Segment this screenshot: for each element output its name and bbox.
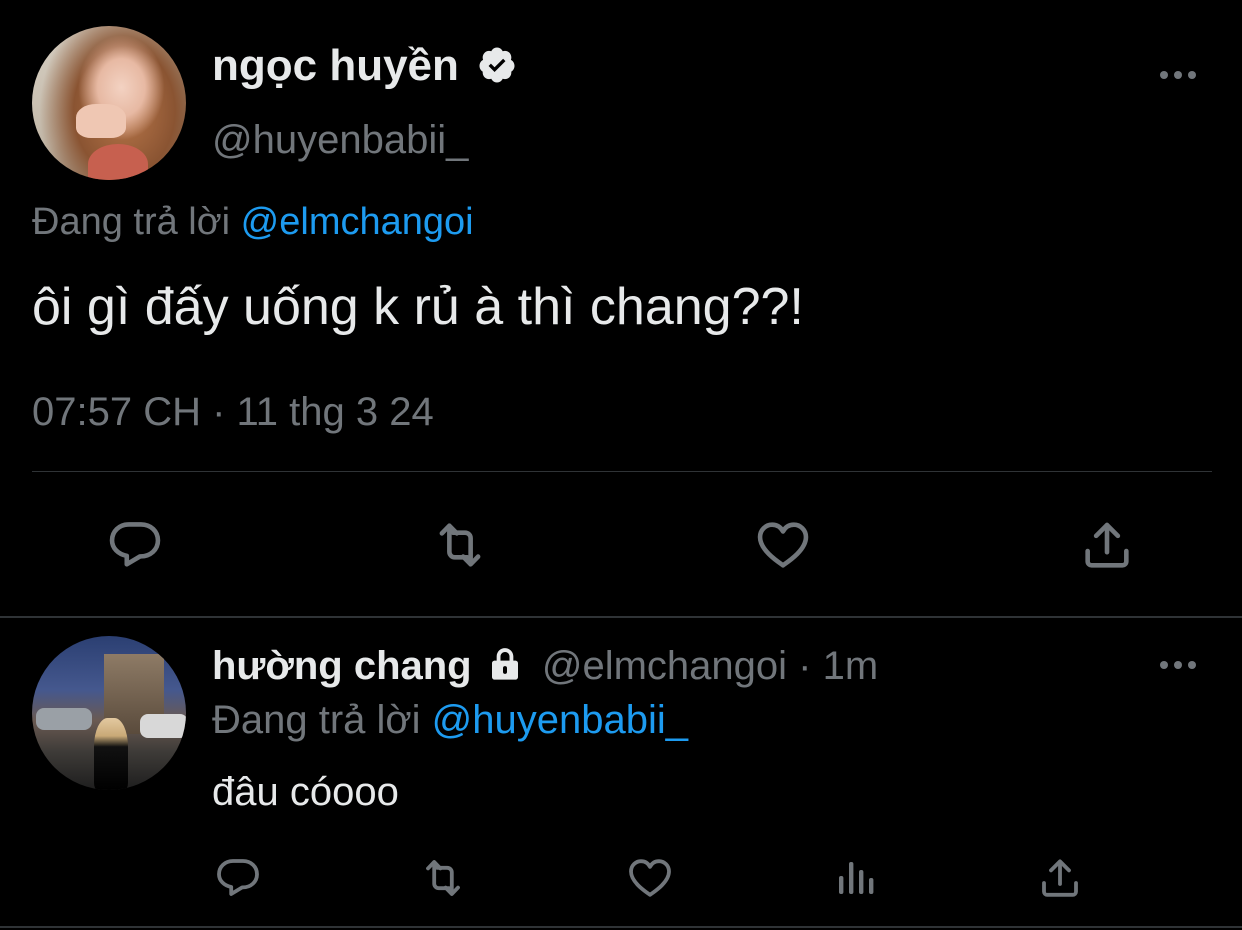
author-display-name-text[interactable]: ngọc huyền	[212, 41, 459, 90]
reply-text: đâu cóooo	[212, 770, 399, 814]
reply-button[interactable]	[104, 514, 166, 576]
like-icon	[757, 522, 809, 568]
reply-retweet-button[interactable]	[416, 852, 470, 904]
reply-icon	[109, 522, 161, 567]
reply-share-button[interactable]	[1034, 852, 1086, 904]
share-icon	[1042, 859, 1078, 897]
reply-author-avatar[interactable]	[32, 636, 186, 790]
bottom-separator	[0, 926, 1242, 928]
more-options-icon[interactable]	[1160, 68, 1200, 80]
reply-author-handle[interactable]: @elmchangoi	[542, 644, 787, 688]
tweet-timestamp[interactable]: 07:57 CH · 11 thg 3 24	[32, 388, 434, 436]
reply-replying-to-line: Đang trả lời @huyenbabii_	[212, 696, 688, 744]
reply-header: hường chang @elmchangoi · 1m	[212, 642, 878, 690]
reply-author-display-name[interactable]: hường chang	[212, 644, 472, 688]
author-avatar[interactable]	[32, 26, 186, 180]
views-icon	[839, 862, 874, 894]
retweet-icon	[439, 523, 481, 567]
replying-to-line: Đang trả lời @elmchangoi	[32, 198, 474, 246]
retweet-icon	[426, 860, 460, 896]
retweet-button[interactable]	[428, 514, 492, 576]
tweet-separator	[0, 616, 1242, 618]
reply-time-ago[interactable]: · 1m	[798, 644, 878, 688]
author-handle[interactable]: @huyenbabii_	[212, 116, 468, 164]
share-icon	[1085, 522, 1129, 568]
replying-prefix: Đang trả lời	[32, 201, 231, 243]
replying-to-link[interactable]: @elmchangoi	[241, 201, 474, 243]
reply-reply-button[interactable]	[212, 852, 264, 904]
reply-like-button[interactable]	[624, 852, 676, 904]
tweet-text: ôi gì đấy uống k rủ à thì chang??!	[32, 278, 804, 336]
share-button[interactable]	[1076, 514, 1138, 576]
like-button[interactable]	[752, 514, 814, 576]
reply-more-options-icon[interactable]	[1160, 658, 1200, 670]
divider	[32, 471, 1212, 472]
like-icon	[629, 859, 671, 897]
lock-icon	[491, 648, 518, 681]
author-display-name[interactable]: ngọc huyền	[212, 40, 517, 92]
reply-replying-prefix: Đang trả lời	[212, 698, 421, 742]
reply-icon	[217, 859, 259, 896]
reply-views-button[interactable]	[830, 852, 882, 904]
reply-replying-to-link[interactable]: @huyenbabii_	[432, 698, 688, 742]
verified-badge-icon	[479, 47, 515, 83]
